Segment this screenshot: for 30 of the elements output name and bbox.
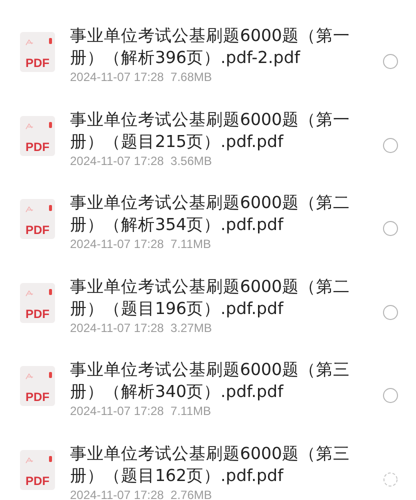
file-type-label: PDF — [26, 224, 50, 236]
file-type-label: PDF — [26, 140, 50, 152]
radio-button[interactable] — [383, 221, 398, 236]
radio-button[interactable] — [383, 54, 398, 70]
radio-button[interactable] — [383, 388, 398, 404]
symbol-icon — [25, 288, 35, 296]
file-details: 2024-11-07 17:28 2.76MB — [70, 486, 213, 500]
file-type-label: PDF — [26, 57, 50, 69]
file-name: 事业单位考试公基刷题6000题（第二册）（解析354页）.pdf.pdf — [70, 192, 351, 236]
file-details: 2024-11-07 17:28 7.68MB — [70, 69, 213, 85]
file-type-label: PDF — [26, 308, 50, 320]
radio-button[interactable] — [383, 138, 398, 153]
file-type-label: PDF — [26, 474, 50, 486]
file-details: 2024-11-07 17:28 3.56MB — [70, 152, 213, 168]
loading-spinner-icon — [383, 472, 398, 487]
file-name: 事业单位考试公基刷题6000题（第一册）（题目215页）.pdf.pdf — [70, 108, 351, 152]
symbol-icon — [25, 38, 35, 46]
symbol-icon — [25, 122, 35, 130]
file-name: 事业单位考试公基刷题6000题（第二册）（题目196页）.pdf.pdf — [70, 276, 351, 320]
symbol-icon — [25, 205, 35, 213]
file-details: 2024-11-07 17:28 7.11MB — [70, 236, 212, 252]
file-name: 事业单位考试公基刷题6000题（第一册）（解析396页）.pdf-2.pdf — [70, 25, 351, 69]
file-type-label: PDF — [26, 391, 50, 403]
file-details: 2024-11-07 17:28 7.11MB — [70, 403, 212, 419]
file-name: 事业单位考试公基刷题6000题（第三册）（解析340页）.pdf.pdf — [70, 359, 351, 403]
file-name: 事业单位考试公基刷题6000题（第三册）（题目162页）.pdf.pdf — [70, 442, 351, 486]
radio-button[interactable] — [383, 304, 398, 320]
symbol-icon — [25, 456, 35, 464]
symbol-icon — [25, 372, 35, 380]
file-details: 2024-11-07 17:28 3.27MB — [70, 320, 213, 336]
